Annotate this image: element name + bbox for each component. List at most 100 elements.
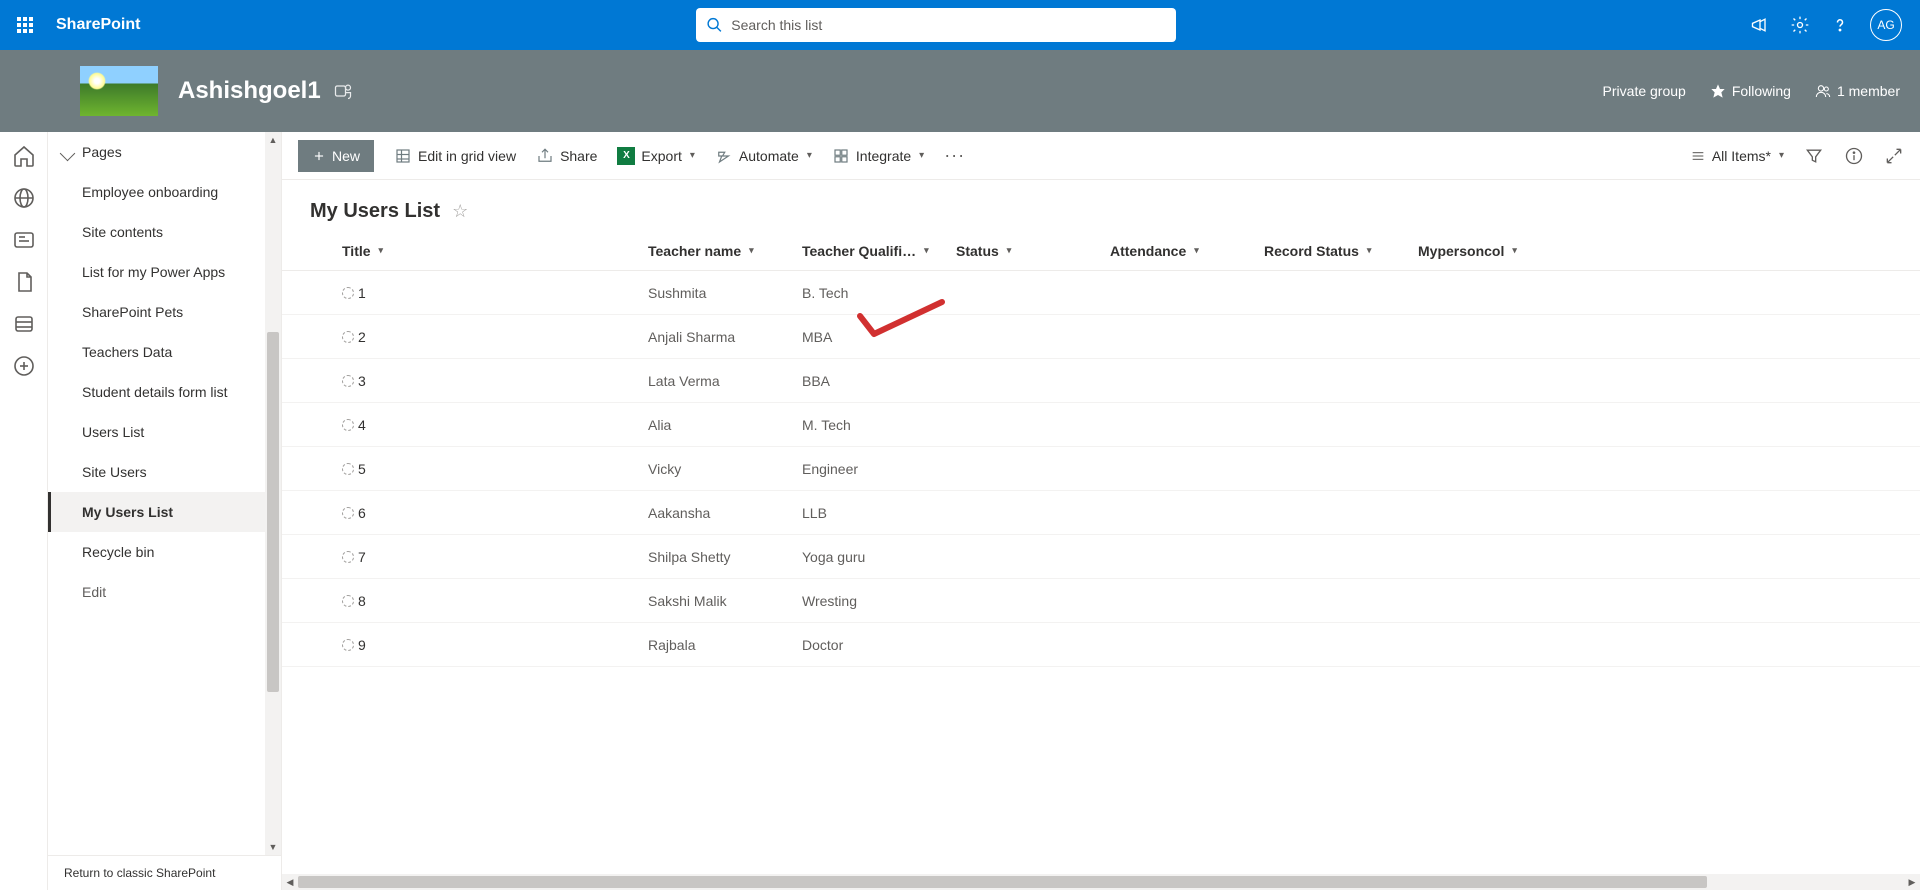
loading-spinner-icon <box>342 551 354 563</box>
create-icon[interactable] <box>12 354 36 378</box>
share-button[interactable]: Share <box>536 147 597 165</box>
app-launcher-button[interactable] <box>0 0 50 50</box>
favorite-star-button[interactable]: ☆ <box>452 201 468 222</box>
sidenav-item-power-apps-list[interactable]: List for my Power Apps <box>48 252 281 292</box>
table-row[interactable]: 3Lata VermaBBA <box>282 359 1920 403</box>
members-label: 1 member <box>1837 83 1900 99</box>
more-actions-button[interactable]: ··· <box>944 145 965 166</box>
cell-title: 1 <box>358 285 366 301</box>
view-label: All Items* <box>1712 148 1771 164</box>
chevron-down-icon: ▾ <box>924 245 929 256</box>
waffle-icon <box>17 17 33 33</box>
gear-icon[interactable] <box>1790 15 1810 35</box>
scroll-down-icon[interactable]: ▼ <box>265 839 281 855</box>
cell-teacher-name: Sakshi Malik <box>648 593 802 609</box>
scrollbar-thumb[interactable] <box>298 876 1707 888</box>
table-row[interactable]: 6AakanshaLLB <box>282 491 1920 535</box>
chevron-down-icon: ▾ <box>807 150 812 161</box>
search-wrap <box>140 8 1732 42</box>
filter-button[interactable] <box>1804 146 1824 166</box>
return-classic-link[interactable]: Return to classic SharePoint <box>48 855 281 890</box>
sidenav-item-pages[interactable]: Pages <box>48 132 281 172</box>
integrate-button[interactable]: Integrate ▾ <box>832 147 924 165</box>
cell-title: 8 <box>358 593 366 609</box>
column-header-title[interactable]: Title▾ <box>342 243 648 259</box>
files-icon[interactable] <box>12 270 36 294</box>
cell-teacher-qualif: MBA <box>802 329 956 345</box>
command-bar: New Edit in grid view Share X Export ▾ A… <box>282 132 1920 180</box>
sidenav-item-site-contents[interactable]: Site contents <box>48 212 281 252</box>
megaphone-icon[interactable] <box>1750 15 1770 35</box>
sidenav-item-my-users-list[interactable]: My Users List <box>48 492 281 532</box>
site-name[interactable]: Ashishgoel1 <box>178 77 321 105</box>
automate-button[interactable]: Automate ▾ <box>715 147 812 165</box>
export-button[interactable]: X Export ▾ <box>617 147 695 165</box>
brand-label[interactable]: SharePoint <box>56 16 140 34</box>
site-logo[interactable] <box>80 66 158 116</box>
site-header-actions: Private group Following 1 member <box>1603 83 1900 99</box>
table-row[interactable]: 5VickyEngineer <box>282 447 1920 491</box>
edit-grid-button[interactable]: Edit in grid view <box>394 147 516 165</box>
sidenav-item-employee-onboarding[interactable]: Employee onboarding <box>48 172 281 212</box>
table-header-row: Title▾ Teacher name ▾ Teacher Qualifi…▾ S… <box>282 231 1920 271</box>
column-header-teacher-qualif[interactable]: Teacher Qualifi…▾ <box>802 243 956 259</box>
chevron-down-icon: ▾ <box>749 245 754 256</box>
help-icon[interactable] <box>1830 15 1850 35</box>
sidenav-scrollbar[interactable]: ▲ ▼ <box>265 132 281 855</box>
sidenav-item-users-list[interactable]: Users List <box>48 412 281 452</box>
sidenav-item-student-details[interactable]: Student details form list <box>48 372 281 412</box>
globe-icon[interactable] <box>12 186 36 210</box>
global-nav-rail <box>0 132 48 890</box>
column-header-record-status[interactable]: Record Status▾ <box>1264 243 1418 259</box>
home-icon[interactable] <box>12 144 36 168</box>
suite-actions: AG <box>1732 9 1920 41</box>
table-row[interactable]: 2Anjali SharmaMBA <box>282 315 1920 359</box>
members-button[interactable]: 1 member <box>1815 83 1900 99</box>
user-avatar[interactable]: AG <box>1870 9 1902 41</box>
cell-teacher-qualif: Doctor <box>802 637 956 653</box>
scroll-up-icon[interactable]: ▲ <box>265 132 281 148</box>
column-label: Teacher name <box>648 243 741 259</box>
excel-icon: X <box>617 147 635 165</box>
site-nav: Pages Employee onboarding Site contents … <box>48 132 282 890</box>
column-header-attendance[interactable]: Attendance▾ <box>1110 243 1264 259</box>
sidenav-item-site-users[interactable]: Site Users <box>48 452 281 492</box>
column-header-teacher-name[interactable]: Teacher name ▾ <box>648 243 802 259</box>
table-row[interactable]: 8Sakshi MalikWresting <box>282 579 1920 623</box>
sidenav-item-recycle-bin[interactable]: Recycle bin <box>48 532 281 572</box>
column-header-mypersoncol[interactable]: Mypersoncol▾ <box>1418 243 1538 259</box>
scroll-right-icon[interactable]: ▶ <box>1904 874 1920 890</box>
follow-button[interactable]: Following <box>1710 83 1791 99</box>
sidenav-item-teachers-data[interactable]: Teachers Data <box>48 332 281 372</box>
news-icon[interactable] <box>12 228 36 252</box>
search-box[interactable] <box>696 8 1176 42</box>
grid-icon <box>394 147 412 165</box>
table-row[interactable]: 1SushmitaB. Tech <box>282 271 1920 315</box>
view-selector[interactable]: All Items* ▾ <box>1690 148 1784 164</box>
loading-spinner-icon <box>342 507 354 519</box>
new-label: New <box>332 148 360 164</box>
sidenav-item-sharepoint-pets[interactable]: SharePoint Pets <box>48 292 281 332</box>
list-table: Title▾ Teacher name ▾ Teacher Qualifi…▾ S… <box>282 231 1920 874</box>
horizontal-scrollbar[interactable]: ◀ ▶ <box>282 874 1920 890</box>
info-button[interactable] <box>1844 146 1864 166</box>
cell-teacher-name: Rajbala <box>648 637 802 653</box>
cell-title: 2 <box>358 329 366 345</box>
table-row[interactable]: 9 RajbalaDoctor <box>282 623 1920 667</box>
table-row[interactable]: 7Shilpa ShettyYoga guru <box>282 535 1920 579</box>
scrollbar-thumb[interactable] <box>267 332 279 692</box>
new-button[interactable]: New <box>298 140 374 172</box>
scroll-left-icon[interactable]: ◀ <box>282 874 298 890</box>
chevron-down-icon: ▾ <box>1194 245 1199 256</box>
lists-icon[interactable] <box>12 312 36 336</box>
cell-title: 9 <box>358 637 366 653</box>
column-header-status[interactable]: Status▾ <box>956 243 1110 259</box>
loading-spinner-icon <box>342 595 354 607</box>
table-row[interactable]: 4AliaM. Tech <box>282 403 1920 447</box>
teams-icon[interactable] <box>333 81 353 101</box>
cell-teacher-name: Sushmita <box>648 285 802 301</box>
expand-button[interactable] <box>1884 146 1904 166</box>
main-content: New Edit in grid view Share X Export ▾ A… <box>282 132 1920 890</box>
search-input[interactable] <box>731 17 1166 33</box>
sidenav-item-edit[interactable]: Edit <box>48 572 281 612</box>
